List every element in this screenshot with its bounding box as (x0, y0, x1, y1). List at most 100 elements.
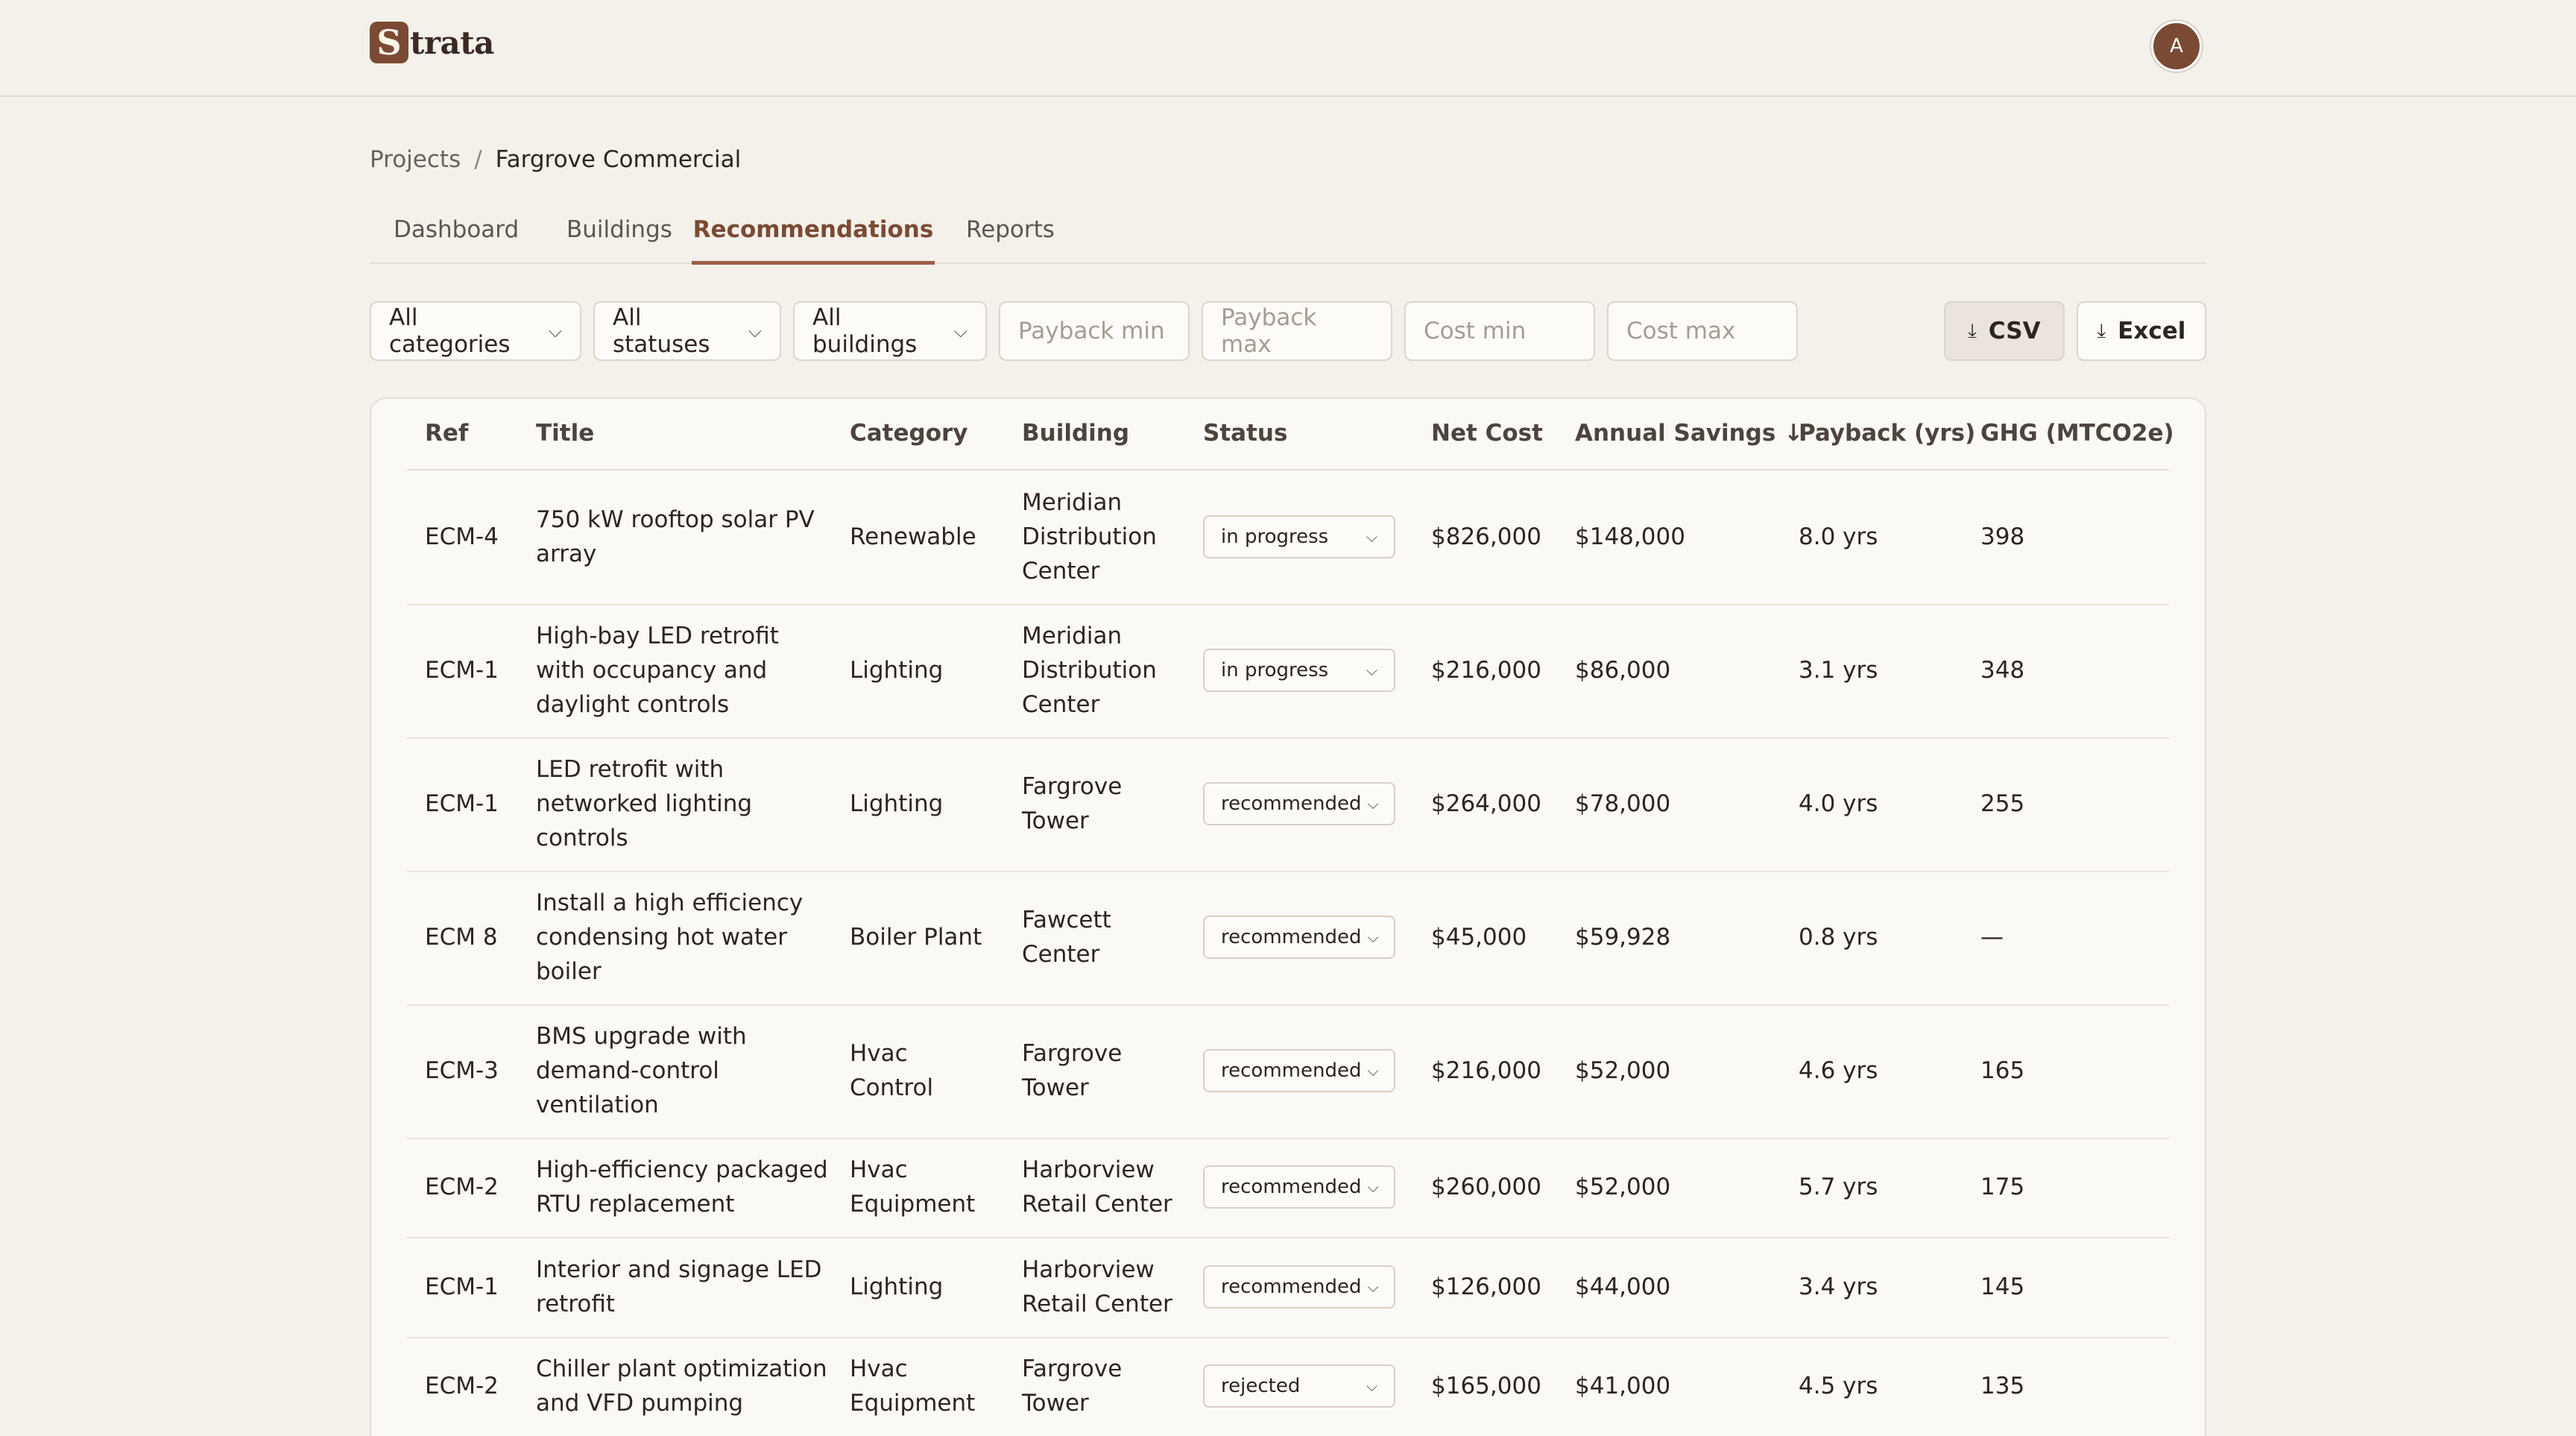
category-filter-value: All categories (389, 304, 511, 358)
cell-payback: 3.1 yrs (1799, 657, 1878, 684)
app-window: S trata A Projects / Fargrove Commercial… (0, 0, 2576, 1436)
cell-ref: ECM-2 (425, 1373, 499, 1399)
cell-payback: 3.4 yrs (1799, 1273, 1878, 1300)
tab-recommendations[interactable]: Recommendations (692, 216, 935, 265)
status-select[interactable]: recommended ⌵ (1203, 1049, 1395, 1092)
status-select[interactable]: recommended ⌵ (1203, 1165, 1395, 1209)
status-select[interactable]: rejected ⌵ (1203, 1364, 1395, 1408)
cell-annual-savings: $86,000 (1575, 657, 1671, 684)
cell-ghg: 175 (1980, 1174, 2025, 1200)
tab-dashboard[interactable]: Dashboard (394, 216, 519, 261)
cost-max-placeholder: Cost max (1626, 318, 1736, 344)
status-value: recommended (1221, 1176, 1362, 1198)
status-select[interactable]: in progress ⌵ (1203, 649, 1395, 692)
column-header-payback[interactable]: Payback (yrs) (1799, 420, 1975, 447)
status-value: recommended (1221, 793, 1362, 815)
status-select[interactable]: recommended ⌵ (1203, 1265, 1395, 1309)
annual-savings-label: Annual Savings (1575, 420, 1776, 447)
strata-logo[interactable]: S trata (370, 22, 494, 63)
cell-net-cost: $126,000 (1431, 1273, 1541, 1300)
category-filter-select[interactable]: All categories ⌵ (370, 301, 581, 361)
tab-reports[interactable]: Reports (966, 216, 1055, 261)
tab-buildings[interactable]: Buildings (566, 216, 672, 261)
export-csv-button[interactable]: ⤓ CSV (1944, 301, 2065, 361)
payback-max-input[interactable]: Payback max (1202, 301, 1392, 361)
status-value: in progress (1221, 526, 1329, 548)
cell-title: 750 kW rooftop solar PV array (536, 503, 815, 571)
status-filter-value: All statuses (613, 304, 710, 358)
status-value: recommended (1221, 1276, 1362, 1298)
cell-title-line: array (536, 541, 597, 567)
export-excel-label: Excel (2118, 318, 2186, 344)
payback-min-input[interactable]: Payback min (999, 301, 1190, 361)
cell-net-cost: $45,000 (1431, 924, 1527, 951)
export-excel-button[interactable]: ⤓ Excel (2077, 301, 2206, 361)
row-divider (407, 737, 2169, 739)
breadcrumb-projects-link[interactable]: Projects (370, 146, 461, 173)
cell-title-line: BMS upgrade with (536, 1023, 747, 1050)
cell-building-line: Tower (1022, 1390, 1089, 1417)
status-select[interactable]: recommended ⌵ (1203, 782, 1395, 825)
cell-annual-savings: $52,000 (1575, 1174, 1671, 1200)
column-header-net-cost[interactable]: Net Cost (1431, 420, 1543, 447)
cell-payback: 4.0 yrs (1799, 790, 1878, 817)
status-filter-select[interactable]: All statuses ⌵ (593, 301, 781, 361)
cell-net-cost: $216,000 (1431, 1057, 1541, 1084)
breadcrumb-separator: / (474, 146, 482, 173)
cell-title: High-bay LED retrofit with occupancy and d… (536, 619, 779, 722)
column-header-ghg[interactable]: GHG (MTCO2e) (1980, 420, 2174, 447)
cell-building-line: Harborview (1022, 1256, 1155, 1283)
cell-ghg: 145 (1980, 1273, 2025, 1300)
cell-ghg: 135 (1980, 1373, 2025, 1399)
cell-title-line: Install a high efficiency (536, 889, 804, 916)
cell-category: Lighting (850, 787, 943, 821)
cell-payback: 8.0 yrs (1799, 523, 1878, 550)
cell-category-line: Lighting (850, 657, 944, 684)
column-header-building[interactable]: Building (1022, 420, 1129, 447)
cell-building: Fargrove Tower (1022, 1036, 1122, 1105)
cell-title: Chiller plant optimization and VFD pumpin… (536, 1352, 827, 1420)
status-select[interactable]: in progress ⌵ (1203, 515, 1395, 558)
cell-payback: 0.8 yrs (1799, 924, 1878, 951)
status-value: rejected (1221, 1375, 1301, 1397)
column-header-status[interactable]: Status (1203, 420, 1287, 447)
row-divider (407, 1138, 2169, 1139)
cell-title: Interior and signage LED retrofit (536, 1253, 822, 1321)
download-icon: ⤓ (1968, 319, 1977, 342)
cell-building-line: Fargrove (1022, 773, 1123, 800)
chevron-down-icon: ⌵ (1367, 1278, 1379, 1296)
cell-building-line: Fawcett (1022, 907, 1111, 933)
chevron-down-icon: ⌵ (548, 321, 562, 341)
building-filter-select[interactable]: All buildings ⌵ (793, 301, 987, 361)
status-select[interactable]: recommended ⌵ (1203, 916, 1395, 959)
cell-building-line: Fargrove (1022, 1040, 1123, 1067)
cell-category-line: Hvac (850, 1355, 908, 1382)
column-header-annual-savings[interactable]: Annual Savings ↓ (1575, 420, 1803, 447)
column-header-ref[interactable]: Ref (425, 420, 468, 447)
cost-max-input[interactable]: Cost max (1607, 301, 1798, 361)
cell-category-line: Lighting (850, 1273, 944, 1300)
cell-ref: ECM-2 (425, 1174, 499, 1200)
cell-title-line: Chiller plant optimization (536, 1355, 827, 1382)
cell-category: Hvac Equipment (850, 1352, 975, 1420)
cell-building-line: Harborview (1022, 1156, 1155, 1183)
cell-category-line: Equipment (850, 1191, 976, 1218)
cell-net-cost: $826,000 (1431, 523, 1541, 550)
cell-ghg: 165 (1980, 1057, 2025, 1084)
cell-building-line: Fargrove (1022, 1355, 1123, 1382)
chevron-down-icon: ⌵ (1367, 1178, 1379, 1196)
column-header-title[interactable]: Title (536, 420, 594, 447)
cost-min-input[interactable]: Cost min (1404, 301, 1595, 361)
cell-building: Fawcett Center (1022, 903, 1111, 971)
logo-mark: S (370, 22, 408, 63)
cell-category: Boiler Plant (850, 920, 982, 954)
cell-category: Lighting (850, 1270, 943, 1304)
cell-ref: ECM-1 (425, 790, 499, 817)
logo-text: trata (410, 24, 494, 61)
cell-title: High-efficiency packaged RTU replacement (536, 1153, 828, 1221)
user-avatar[interactable]: A (2151, 21, 2202, 72)
top-bar: S trata A (0, 0, 2576, 97)
column-header-category[interactable]: Category (850, 420, 968, 447)
cell-ref: ECM 8 (425, 924, 498, 951)
cell-title-line: boiler (536, 958, 602, 985)
